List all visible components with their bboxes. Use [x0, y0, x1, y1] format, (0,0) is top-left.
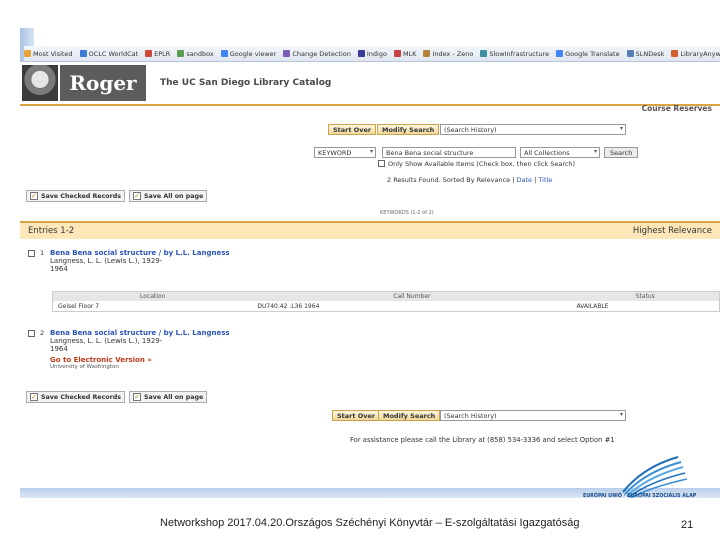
bookmark-item[interactable]: EPLR: [145, 50, 170, 58]
entries-count: Entries 1-2: [28, 226, 75, 236]
holdings-table: Location Call Number Status Geisel Floor…: [52, 291, 720, 312]
search-history-select[interactable]: (Search History) ▾: [440, 124, 626, 135]
bookmark-icon: [24, 50, 31, 57]
library-catalog-page: Roger The UC San Diego Library Catalog C…: [20, 62, 720, 472]
search-button[interactable]: Search: [604, 147, 639, 158]
assistance-note: For assistance please call the Library a…: [350, 436, 615, 444]
eu-logo: [622, 456, 688, 498]
bookmarks-toolbar: Most Visited OCLC WorldCat EPLR sandbox …: [24, 46, 720, 62]
logo-caption: EURÓPAI UNIÓ · EURÓPAI SZOCIÁLIS ALAP: [583, 494, 697, 499]
entries-bar: Entries 1-2 Highest Relevance: [20, 221, 720, 239]
available-only-label: Only Show Available Items (Check box, th…: [388, 160, 576, 168]
bookmark-item[interactable]: Index - Zeno: [423, 50, 473, 58]
bookmark-icon: [671, 50, 679, 57]
bookmark-icon: [79, 50, 87, 57]
bookmark-item[interactable]: MLK: [393, 50, 416, 58]
save-actions-bottom: ✓ Save Checked Records ✓ Save All on page: [26, 391, 208, 403]
save-checked-button[interactable]: ✓ Save Checked Records: [26, 190, 125, 202]
bookmark-item[interactable]: OCLC WorldCat: [79, 50, 138, 58]
table-row: Geisel Floor 7 DU740.42 .L36 1964 AVAILA…: [58, 302, 609, 310]
available-only-checkbox[interactable]: [378, 160, 385, 167]
modify-search-button[interactable]: Modify Search: [377, 124, 440, 135]
save-all-button[interactable]: ✓ Save All on page: [129, 190, 208, 202]
search-field-select[interactable]: KEYWORD ▾: [314, 147, 376, 158]
electronic-version-link[interactable]: Go to Electronic Version »: [50, 356, 230, 364]
chevron-down-icon: ▾: [619, 125, 623, 132]
roger-logo[interactable]: Roger: [60, 65, 146, 101]
bookmark-item[interactable]: Google Translate: [556, 50, 620, 58]
record-author: Langness, L. L. (Lewis L.), 1929-: [50, 337, 163, 345]
slide-page-number: 21: [681, 519, 694, 531]
record-extra: University of Washington: [50, 364, 119, 370]
modify-search-button[interactable]: Modify Search: [378, 410, 441, 421]
bookmark-icon: [283, 50, 291, 57]
record-year: 1964: [50, 265, 68, 273]
sort-by-title-link[interactable]: Title: [538, 176, 552, 184]
save-all-button[interactable]: ✓ Save All on page: [129, 391, 208, 403]
search-input[interactable]: Bena Bena social structure: [382, 147, 516, 158]
bookmark-item[interactable]: sandbox: [177, 50, 214, 58]
chevron-down-icon: ▾: [369, 148, 373, 155]
bookmark-item[interactable]: Most Visited: [24, 50, 73, 58]
chevron-down-icon: ▾: [593, 148, 597, 155]
sort-relevance-label: Highest Relevance: [632, 226, 712, 236]
catalog-header: Roger The UC San Diego Library Catalog: [20, 62, 720, 104]
portrait-image: [22, 65, 58, 101]
bookmark-icon: [626, 50, 634, 57]
checkmark-icon: ✓: [133, 192, 141, 200]
sort-by-date-link[interactable]: Date: [517, 176, 533, 184]
checkmark-icon: ✓: [30, 393, 38, 401]
bookmark-icon: [177, 50, 185, 57]
bookmark-icon: [357, 50, 365, 57]
bookmark-item[interactable]: LibraryAnywhere: [671, 50, 720, 58]
bookmark-icon: [220, 50, 228, 57]
bookmark-icon: [145, 50, 153, 57]
bookmark-item[interactable]: SLNDesk: [626, 50, 664, 58]
checkmark-icon: ✓: [133, 393, 141, 401]
bookmark-icon: [393, 50, 401, 57]
record-year: 1964: [50, 345, 68, 353]
record-author: Langness, L. L. (Lewis L.), 1929-: [50, 257, 163, 265]
keywords-note: KEYWORDS (1-2 of 2): [380, 210, 434, 216]
holdings-header: Location Call Number Status: [53, 292, 719, 301]
bookmark-item[interactable]: Google viewer: [220, 50, 276, 58]
record-title-link[interactable]: Bena Bena social structure / by L.L. Lan…: [50, 249, 230, 257]
record-checkbox[interactable]: [28, 330, 35, 337]
bookmark-icon: [423, 50, 431, 57]
course-reserves-link[interactable]: Course Reserves: [642, 104, 712, 113]
search-history-select[interactable]: (Search History) ▾: [440, 410, 626, 421]
bookmark-item[interactable]: Change Detection: [283, 50, 351, 58]
bookmark-icon: [480, 50, 488, 57]
save-actions-top: ✓ Save Checked Records ✓ Save All on page: [26, 190, 208, 202]
bookmark-item[interactable]: SlowInfrastructure: [480, 50, 549, 58]
start-over-button[interactable]: Start Over: [332, 410, 381, 421]
bookmark-icon: [556, 50, 564, 57]
start-over-button[interactable]: Start Over: [328, 124, 377, 135]
record-title-link[interactable]: Bena Bena social structure / by L.L. Lan…: [50, 329, 230, 337]
chevron-down-icon: ▾: [619, 411, 623, 418]
slide-footer: Networkshop 2017.04.20.Országos Széchény…: [160, 517, 580, 529]
results-summary: 2 Results Found. Sorted By Relevance | D…: [387, 176, 553, 184]
bookmark-item[interactable]: Indigo: [357, 50, 387, 58]
collection-select[interactable]: All Collections ▾: [520, 147, 600, 158]
catalog-title: The UC San Diego Library Catalog: [160, 78, 332, 88]
record-checkbox[interactable]: [28, 250, 35, 257]
header-divider: [20, 104, 720, 106]
save-checked-button[interactable]: ✓ Save Checked Records: [26, 391, 125, 403]
checkmark-icon: ✓: [30, 192, 38, 200]
